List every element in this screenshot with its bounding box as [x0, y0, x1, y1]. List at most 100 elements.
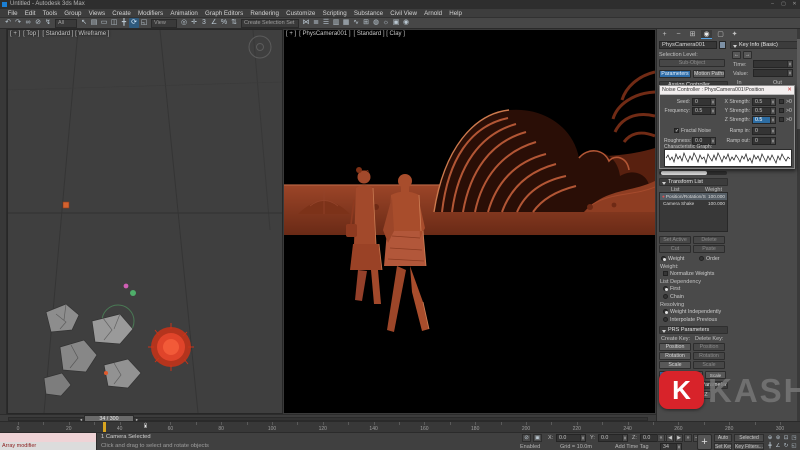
zoom-extents-icon[interactable]: ⊡	[782, 434, 790, 442]
dependency-chain-radio[interactable]: Chain	[663, 294, 684, 300]
top-viewport-canvas[interactable]	[8, 30, 282, 413]
key-info-rollout[interactable]: Key Info (Basic)	[730, 41, 799, 49]
key-filters-button[interactable]: Key Filters...	[734, 442, 764, 450]
viewport-view-label[interactable]: [ Top ]	[23, 31, 39, 37]
create-key-position-button[interactable]: Position	[659, 343, 691, 351]
value-spinner[interactable]	[753, 69, 793, 77]
listener-row[interactable]: Array modifier	[0, 442, 96, 450]
menu-modifiers[interactable]: Modifiers	[134, 9, 166, 18]
cut-button[interactable]: Cut	[659, 245, 691, 253]
window-crossing-icon[interactable]: ◫	[109, 18, 119, 28]
menu-arnold[interactable]: Arnold	[421, 9, 446, 18]
ramp-out-spinner[interactable]: 0	[752, 137, 776, 145]
y-coord-field[interactable]: 0.0	[598, 434, 628, 442]
display-tab[interactable]: ▢	[715, 30, 726, 39]
menu-group[interactable]: Group	[61, 9, 85, 18]
fractal-noise-checkbox[interactable]: Fractal Noise	[674, 128, 711, 134]
delete-key-rotation-button[interactable]: Rotation	[693, 352, 725, 360]
menu-customize[interactable]: Customize	[283, 9, 319, 18]
set-keys-button[interactable]: +	[697, 434, 712, 450]
normalize-weights-checkbox[interactable]: Normalize Weights	[663, 271, 714, 277]
weight-independently-radio[interactable]: Weight Independently	[663, 309, 721, 315]
ribbon-icon[interactable]: ▦	[341, 18, 351, 28]
transform-list-row[interactable]: ●Position/Rotation/Scale100.000	[660, 193, 727, 200]
prs-parameters-rollout[interactable]: PRS Parameters	[659, 326, 728, 334]
minimize-button[interactable]: –	[767, 0, 778, 9]
layer-explorer-icon[interactable]: ▥	[331, 18, 341, 28]
undo-icon[interactable]: ↶	[3, 18, 13, 28]
create-key-rotation-button[interactable]: Rotation	[659, 352, 691, 360]
menu-help[interactable]: Help	[446, 9, 466, 18]
select-and-scale-icon[interactable]: ◱	[139, 18, 149, 28]
next-key-button[interactable]: »	[684, 434, 692, 442]
viewport-camera[interactable]: [ + ] [ PhysCamera001 ] [ Standard ] [ C…	[283, 29, 656, 414]
scene-helper-pink[interactable]	[123, 283, 129, 289]
scene-helper-green[interactable]	[130, 290, 136, 296]
paste-button[interactable]: Paste	[693, 245, 725, 253]
render-production-icon[interactable]: ◉	[401, 18, 411, 28]
select-and-move-icon[interactable]: ╋	[119, 18, 129, 28]
current-frame-field[interactable]: 34	[660, 443, 682, 450]
select-and-manipulate-icon[interactable]: ✛	[189, 18, 199, 28]
snaps-toggle-icon[interactable]: 3	[199, 18, 209, 28]
viewport-menu-button[interactable]: [ + ]	[10, 31, 20, 37]
frequency-spinner[interactable]: 0.5	[692, 107, 716, 115]
percent-snap-icon[interactable]: %	[219, 18, 229, 28]
menu-rendering[interactable]: Rendering	[247, 9, 283, 18]
rectangular-selection-icon[interactable]: ▭	[99, 18, 109, 28]
hierarchy-tab[interactable]: ⊞	[687, 30, 698, 39]
macro-recorder-row[interactable]	[0, 433, 96, 442]
previous-frame-button[interactable]: ◀	[666, 434, 674, 442]
close-button[interactable]: ✕	[789, 0, 800, 9]
material-editor-icon[interactable]: ◍	[371, 18, 381, 28]
viewport-shading-label[interactable]: [ Standard ] [ Clay ]	[354, 31, 405, 37]
create-key-scale-button[interactable]: Scale	[659, 361, 691, 369]
maximize-viewport-icon[interactable]: ◱	[790, 442, 798, 450]
unlink-selection-icon[interactable]: ⊘	[33, 18, 43, 28]
utilities-tab[interactable]: ✦	[729, 30, 740, 39]
maximize-button[interactable]: ▢	[778, 0, 789, 9]
schematic-view-icon[interactable]: ⊞	[361, 18, 371, 28]
pan-icon[interactable]: ╋	[766, 442, 774, 450]
set-active-button[interactable]: Set Active	[659, 236, 691, 244]
z-gt0-checkbox[interactable]: >0	[779, 117, 792, 123]
ramp-in-spinner[interactable]: 0	[752, 127, 776, 135]
menu-animation[interactable]: Animation	[167, 9, 202, 18]
auto-key-button[interactable]: Auto	[714, 434, 732, 442]
mode-weight-radio[interactable]: Weight	[661, 256, 684, 262]
fov-icon[interactable]: ∠	[774, 442, 782, 450]
maxscript-mini-listener[interactable]: Array modifier	[0, 433, 97, 450]
delete-button[interactable]: Delete	[693, 236, 725, 244]
dialog-title-bar[interactable]: Noise Controller : PhysCamera001\Positio…	[660, 86, 794, 95]
scene-object-orange-box[interactable]	[62, 201, 70, 209]
create-tab[interactable]: +	[659, 30, 670, 39]
add-time-tag[interactable]: Add Time Tag	[615, 444, 649, 450]
zoom-icon[interactable]: ⊕	[766, 434, 774, 442]
zoom-all-icon[interactable]: ⊛	[774, 434, 782, 442]
sub-object-dropdown[interactable]: Sub-Object	[659, 59, 725, 67]
dialog-close-icon[interactable]: ✕	[785, 87, 794, 93]
scene-explorer-icon[interactable]: ☰	[321, 18, 331, 28]
previous-key-button[interactable]: «	[657, 434, 665, 442]
viewport-shading-label[interactable]: [ Standard ] [ Wireframe ]	[42, 31, 109, 37]
viewport-top[interactable]: [ + ] [ Top ] [ Standard ] [ Wireframe ]	[7, 29, 283, 414]
set-key-button[interactable]: Set Key	[714, 442, 732, 450]
menu-tools[interactable]: Tools	[39, 9, 61, 18]
selected-dropdown[interactable]: Selected	[734, 434, 764, 442]
panel-scrollbar-horizontal[interactable]	[659, 171, 727, 175]
dependency-first-radio[interactable]: First	[663, 286, 680, 292]
menu-views[interactable]: Views	[85, 9, 109, 18]
x-coord-field[interactable]: 0.0	[556, 434, 586, 442]
select-by-name-icon[interactable]: ▤	[89, 18, 99, 28]
play-button[interactable]: ▶	[675, 434, 683, 442]
x-strength-spinner[interactable]: 0.5	[752, 98, 776, 106]
selection-lock-icon[interactable]: ▣	[533, 434, 542, 442]
selection-set-dropdown[interactable]: Create Selection Set	[241, 18, 299, 28]
transform-list-rollout[interactable]: Transform List	[659, 178, 728, 186]
z-strength-spinner[interactable]: 0.5	[752, 116, 776, 124]
render-setup-icon[interactable]: ☼	[381, 18, 391, 28]
menu-substance[interactable]: Substance	[350, 9, 386, 18]
x-gt0-checkbox[interactable]: >0	[779, 99, 792, 105]
viewport-layout-strip[interactable]	[0, 29, 7, 421]
select-and-rotate-icon[interactable]: ⟳	[129, 18, 139, 28]
